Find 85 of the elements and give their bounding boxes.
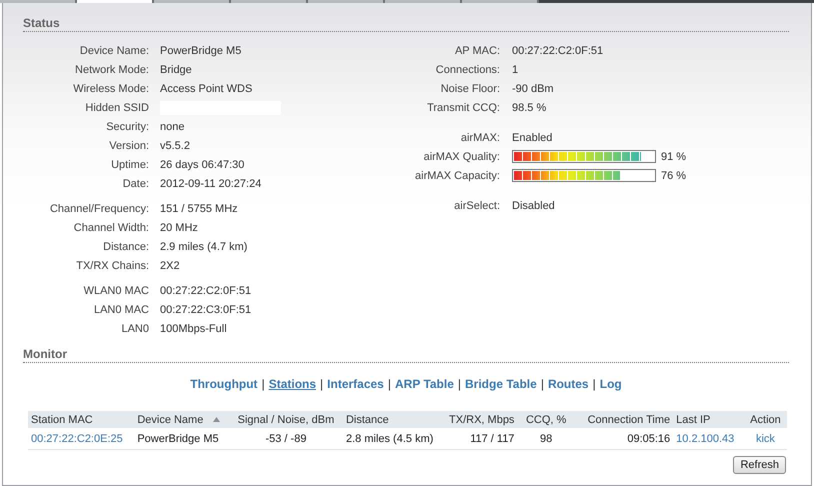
field-label: Channel Width: — [72, 222, 149, 234]
table-link[interactable]: 10.2.100.43 — [676, 432, 734, 444]
field-value: 2.9 miles (4.7 km) — [160, 240, 248, 252]
field-label: WLAN0 MAC — [82, 284, 149, 296]
field-label: TX/RX Chains: — [75, 260, 149, 272]
field-label: LAN0 — [120, 322, 149, 334]
field-label: AP MAC: — [454, 44, 500, 56]
field-value: 2X2 — [160, 260, 180, 272]
column-header[interactable]: Signal / Noise, dBm — [238, 414, 334, 426]
field-label: Channel/Frequency: — [48, 202, 149, 214]
monitor-link[interactable]: Bridge Table — [465, 377, 537, 391]
monitor-link[interactable]: ARP Table — [394, 377, 454, 391]
field-value: none — [160, 120, 184, 132]
field-label: Security: — [105, 120, 149, 132]
field-label: airSelect: — [453, 200, 500, 212]
table-cell: 09:05:16 — [627, 432, 670, 444]
tab[interactable] — [308, 0, 385, 3]
field-label: Noise Floor: — [440, 82, 500, 94]
table-cell: -53 / -89 — [265, 432, 306, 444]
field-label: LAN0 MAC — [92, 304, 149, 316]
monitor-link[interactable]: Stations — [268, 377, 316, 391]
field-label: airMAX Capacity: — [414, 170, 500, 182]
field-label: Wireless Mode: — [72, 82, 149, 94]
column-header[interactable]: CCQ, % — [526, 414, 566, 426]
monitor-link[interactable]: Log — [600, 377, 622, 391]
field-value: 151 / 5755 MHz — [160, 202, 238, 214]
field-value: 98.5 % — [512, 102, 546, 114]
field-value: PowerBridge M5 — [160, 44, 242, 56]
section-heading: Status — [23, 15, 61, 31]
field-value: 00:27:22:C2:0F:51 — [160, 284, 252, 296]
field-label: Uptime: — [110, 158, 149, 170]
field-value: 100Mbps-Full — [160, 322, 227, 334]
tab[interactable] — [0, 0, 77, 3]
tab[interactable] — [231, 0, 308, 3]
field-label: Version: — [108, 140, 149, 152]
table-cell: 2.8 miles (4.5 km) — [346, 432, 434, 444]
separator-text: | — [592, 377, 596, 391]
table-link[interactable]: 00:27:22:C2:0E:25 — [31, 432, 123, 444]
field-value: 00:27:22:C3:0F:51 — [160, 304, 252, 316]
column-header[interactable]: Distance — [346, 414, 389, 426]
separator-text: | — [458, 377, 462, 391]
field-label: Distance: — [102, 240, 149, 252]
column-header[interactable]: Station MAC — [31, 414, 93, 426]
field-label: airMAX: — [460, 132, 500, 144]
table-link[interactable]: kick — [756, 432, 775, 444]
tab[interactable] — [385, 0, 462, 3]
separator-text: | — [388, 377, 391, 391]
monitor-link[interactable]: Throughput — [190, 377, 258, 391]
table-cell: 117 / 117 — [470, 432, 514, 444]
field-label: Connections: — [434, 64, 500, 76]
meter-reading: 91 % — [661, 150, 686, 162]
section-heading: Monitor — [23, 346, 68, 362]
separator-text: | — [540, 377, 544, 391]
field-value: 2012-09-11 20:27:24 — [160, 178, 262, 190]
field-value: -90 dBm — [512, 82, 554, 94]
meter-reading: 76 % — [661, 170, 686, 182]
separator-text: | — [262, 377, 265, 391]
table-cell: 98 — [540, 432, 552, 444]
field-value: Disabled — [512, 200, 555, 212]
field-value: Access Point WDS — [160, 82, 252, 94]
field-label: Device Name: — [78, 44, 149, 56]
column-header[interactable]: Connection Time — [588, 414, 670, 426]
field-label: Transmit CCQ: — [426, 102, 500, 114]
field-value: v5.5.2 — [160, 140, 190, 152]
field-label: Date: — [122, 178, 149, 190]
refresh-button[interactable]: Refresh — [733, 456, 786, 474]
column-header[interactable]: Device Name — [137, 414, 204, 426]
tab[interactable] — [462, 0, 539, 3]
field-label: Network Mode: — [74, 64, 149, 76]
tab[interactable] — [154, 0, 231, 3]
field-value: 00:27:22:C2:0F:51 — [512, 44, 604, 56]
column-header[interactable]: TX/RX, Mbps — [449, 414, 514, 426]
field-value: Enabled — [512, 132, 552, 144]
field-value: 20 MHz — [160, 222, 198, 234]
monitor-link[interactable]: Interfaces — [327, 377, 384, 391]
field-value: Bridge — [160, 64, 192, 76]
column-header[interactable]: Action — [750, 414, 781, 426]
field-value: 26 days 06:47:30 — [160, 158, 244, 170]
field-value: 1 — [512, 64, 518, 76]
field-label: airMAX Quality: — [422, 150, 500, 162]
separator-text: | — [320, 377, 324, 391]
monitor-link[interactable]: Routes — [548, 377, 589, 391]
field-label: Hidden SSID — [84, 102, 149, 114]
table-cell: PowerBridge M5 — [137, 432, 219, 444]
column-header[interactable]: Last IP — [676, 414, 710, 426]
